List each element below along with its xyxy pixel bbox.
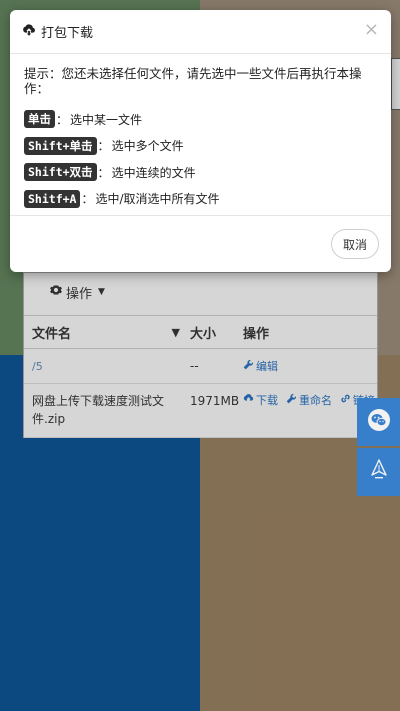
file-actions-cell: 编辑 xyxy=(237,358,377,374)
rename-link[interactable]: 重命名 xyxy=(286,392,332,410)
dialog-footer: 取消 xyxy=(10,215,391,273)
back-to-top-icon xyxy=(369,459,389,485)
dialog-body: 提示：您还未选择任何文件，请先选中一些文件后再执行本操作： 单击 ： 选中某一文… xyxy=(10,54,391,208)
file-name[interactable]: 网盘上传下载速度测试文件.zip xyxy=(32,392,184,428)
close-button[interactable]: × xyxy=(364,20,379,40)
shortcut-desc: 选中某一文件 xyxy=(70,112,143,127)
shortcut-item: Shift+双击 ： 选中连续的文件 xyxy=(24,163,377,181)
cloud-download-icon xyxy=(22,22,36,41)
operation-dropdown[interactable]: 操作 ▼ xyxy=(50,281,105,303)
caret-down-icon: ▼ xyxy=(98,287,105,297)
file-panel: 操作 ▼ 文件名 ▼ 大小 操作 /5 -- 编辑 网盘上传下载速度测试文件.z… xyxy=(23,272,378,438)
wechat-icon xyxy=(367,408,391,436)
link-icon xyxy=(340,392,351,410)
shortcut-desc: 选中连续的文件 xyxy=(111,165,196,180)
table-row[interactable]: 网盘上传下载速度测试文件.zip 1971MB 下载 重命名 xyxy=(24,384,377,438)
file-table: 文件名 ▼ 大小 操作 /5 -- 编辑 网盘上传下载速度测试文件.zip 19… xyxy=(24,315,377,438)
column-header-size[interactable]: 大小 xyxy=(184,323,237,342)
wrench-icon xyxy=(243,359,254,373)
shortcut-item: Shitf+A ： 选中/取消选中所有文件 xyxy=(24,189,377,208)
file-name-cell[interactable]: 网盘上传下载速度测试文件.zip xyxy=(24,392,184,428)
shortcut-desc: 选中/取消选中所有文件 xyxy=(95,192,220,206)
wrench-icon xyxy=(286,392,297,410)
sort-caret-icon[interactable]: ▼ xyxy=(172,326,180,339)
shortcut-key: Shift+双击 xyxy=(24,163,97,181)
dialog-header: 打包下载 × xyxy=(10,10,391,54)
shortcut-item: Shift+单击 ： 选中多个文件 xyxy=(24,136,377,155)
back-to-top-button[interactable] xyxy=(357,448,400,496)
shortcut-desc: 选中多个文件 xyxy=(111,139,184,153)
shortcut-key: 单击 xyxy=(24,110,55,128)
edit-link[interactable]: 编辑 xyxy=(243,358,278,374)
table-header: 文件名 ▼ 大小 操作 xyxy=(24,315,377,349)
file-size-cell: 1971MB xyxy=(190,394,240,408)
operation-label: 操作 xyxy=(66,286,93,302)
gear-icon xyxy=(50,284,62,300)
edge-widget xyxy=(391,58,400,110)
cancel-button[interactable]: 取消 xyxy=(331,229,379,259)
package-download-dialog: 打包下载 × 提示：您还未选择任何文件，请先选中一些文件后再执行本操作： 单击 … xyxy=(10,10,391,272)
shortcut-key: Shitf+A xyxy=(24,189,81,208)
file-size-cell: -- xyxy=(190,359,199,373)
file-name[interactable]: /5 xyxy=(32,360,43,373)
file-name-cell[interactable]: /5 xyxy=(24,360,184,373)
tip-text: 提示：您还未选择任何文件，请先选中一些文件后再执行本操作： xyxy=(24,66,362,96)
column-header-name[interactable]: 文件名 ▼ xyxy=(24,323,184,342)
column-header-actions: 操作 xyxy=(243,326,270,342)
table-row[interactable]: /5 -- 编辑 xyxy=(24,349,377,384)
file-actions-cell: 下载 重命名 链接 xyxy=(237,392,377,410)
dialog-title: 打包下载 xyxy=(41,26,94,41)
wechat-button[interactable] xyxy=(357,398,400,446)
shortcut-key: Shift+单击 xyxy=(24,136,97,155)
shortcut-item: 单击 ： 选中某一文件 xyxy=(24,110,377,128)
download-link[interactable]: 下载 xyxy=(243,392,278,410)
cloud-download-icon xyxy=(243,392,254,410)
